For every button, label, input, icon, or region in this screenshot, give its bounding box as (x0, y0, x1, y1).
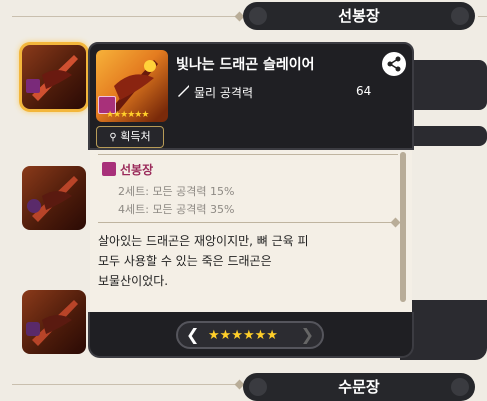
divider-diamond (390, 217, 401, 228)
section-title: 수문장 (338, 378, 380, 396)
dragon-weapon-image (26, 300, 78, 346)
body-divider (98, 154, 398, 155)
source-label: 획득처 (120, 130, 151, 143)
sword-icon (178, 85, 189, 97)
tooltip-header: ★★★★★★ 빛나는 드래곤 슬레이어 물리 공격력 64 ⚲ 획득처 (88, 42, 414, 150)
description-line-2: 모두 사용할 수 있는 죽은 드래곤은 (98, 254, 272, 268)
section-title: 선봉장 (338, 7, 380, 25)
divider-line-top-right (478, 16, 487, 17)
set-icon (102, 162, 116, 176)
search-icon: ⚲ (109, 132, 117, 143)
chevron-left-icon[interactable]: ❮ (186, 325, 199, 344)
source-button[interactable]: ⚲ 획득처 (96, 126, 164, 148)
item-portrait: ★★★★★★ (96, 50, 168, 122)
star-level-display: ★★★★★★ (208, 328, 278, 343)
section-header-gatekeeper: 수문장 (243, 373, 475, 401)
set-name: 선봉장 (120, 163, 154, 177)
stat-value: 64 (356, 84, 372, 98)
item-slot[interactable] (22, 290, 86, 354)
scrollbar-thumb[interactable] (400, 152, 406, 302)
divider-line-top (12, 16, 242, 17)
stat-label: 물리 공격력 (194, 86, 254, 100)
description-line-1: 살아있는 드래곤은 재앙이지만, 뼈 근육 피 (98, 234, 309, 248)
tooltip-body: 선봉장 2세트: 모든 공격력 15% 4세트: 모든 공격력 35% 살아있는… (90, 150, 412, 316)
item-star-rating: ★★★★★★ (106, 110, 149, 120)
item-slot[interactable] (22, 166, 86, 230)
share-icon (387, 56, 401, 72)
chevron-right-icon[interactable]: ❯ (301, 325, 314, 344)
item-tooltip: ★★★★★★ 빛나는 드래곤 슬레이어 물리 공격력 64 ⚲ 획득처 선봉장 … (88, 42, 414, 370)
dragon-weapon-image (27, 176, 78, 222)
divider-line-bottom (12, 384, 242, 385)
star-level-selector: ❮ ★★★★★★ ❯ (176, 321, 324, 349)
set-bonus-4: 4세트: 모든 공격력 35% (118, 203, 235, 216)
scrollbar[interactable] (400, 152, 406, 302)
item-slot-selected[interactable] (22, 45, 86, 109)
body-divider (98, 222, 398, 223)
item-name: 빛나는 드래곤 슬레이어 (176, 57, 315, 73)
section-header-vanguard: 선봉장 (243, 2, 475, 30)
dragon-weapon-image (26, 55, 78, 101)
share-button[interactable] (382, 52, 406, 76)
set-bonus-2: 2세트: 모든 공격력 15% (118, 185, 235, 198)
description-line-3: 보물산이었다. (98, 274, 169, 288)
